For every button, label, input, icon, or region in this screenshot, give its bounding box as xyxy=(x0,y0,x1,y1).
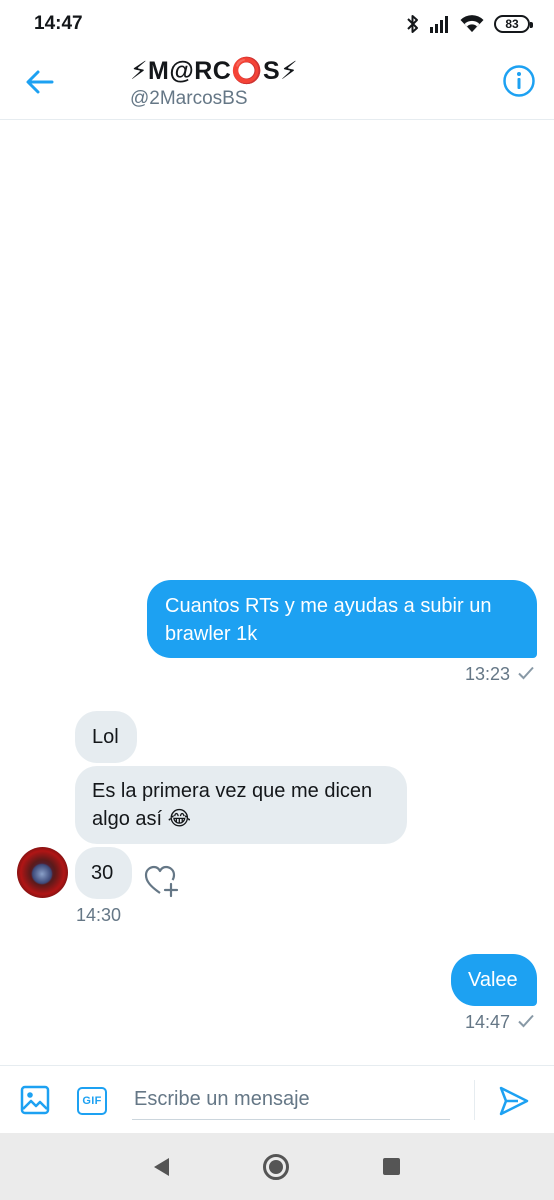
message-text-line: Valee xyxy=(468,969,518,991)
nav-home-icon[interactable] xyxy=(263,1153,289,1180)
message-bubble-incoming[interactable]: Lol xyxy=(75,711,137,763)
sent-check-icon xyxy=(518,664,534,685)
bluetooth-icon xyxy=(406,14,420,34)
signal-icon xyxy=(430,15,450,33)
message-text-line: Cuantos RTs y me ayudas a subir un xyxy=(165,595,492,617)
composer-divider xyxy=(474,1080,475,1120)
nav-back-icon[interactable] xyxy=(154,1157,169,1176)
heart-plus-icon[interactable] xyxy=(144,864,180,898)
message-time: 14:47 xyxy=(464,1012,510,1032)
wifi-icon xyxy=(460,15,484,33)
message-time: 13:23 xyxy=(464,664,510,684)
message-meta: 14:30 xyxy=(76,905,121,926)
message-text-line: Es la primera vez que me dicen xyxy=(92,780,373,802)
dm-conversation-screen: 14:47 83 ⚡M@RC⭕S⚡ @2MarcosBS Cuantos RTs… xyxy=(0,0,554,1200)
contact-name: ⚡M@RC⭕S⚡ xyxy=(130,57,299,85)
message-input[interactable] xyxy=(132,1080,450,1120)
message-time: 14:30 xyxy=(76,905,122,925)
image-icon[interactable] xyxy=(20,1085,50,1115)
status-bar: 14:47 83 xyxy=(0,0,554,48)
message-text-line: brawler 1k xyxy=(165,623,258,645)
message-bubble-outgoing[interactable]: Cuantos RTs y me ayudas a subir un brawl… xyxy=(147,580,537,658)
gif-icon[interactable]: GIF xyxy=(77,1087,107,1115)
message-meta: 13:23 xyxy=(465,664,534,685)
message-bubble-incoming[interactable]: Es la primera vez que me dicen algo así … xyxy=(75,766,407,844)
message-composer: GIF xyxy=(0,1065,554,1133)
battery-icon: 83 xyxy=(494,15,533,33)
back-arrow-icon[interactable] xyxy=(24,66,56,98)
nav-recent-icon[interactable] xyxy=(383,1158,400,1175)
message-text-line: algo así 😂 xyxy=(92,808,191,830)
sent-check-icon xyxy=(518,1012,534,1033)
conversation-title[interactable]: ⚡M@RC⭕S⚡ @2MarcosBS xyxy=(130,56,298,110)
info-icon[interactable] xyxy=(502,64,536,98)
message-bubble-outgoing[interactable]: Valee xyxy=(451,954,537,1006)
contact-handle: @2MarcosBS xyxy=(130,88,248,109)
system-nav-bar xyxy=(0,1133,554,1200)
message-text-line: Lol xyxy=(92,726,119,748)
send-icon[interactable] xyxy=(498,1086,530,1116)
message-meta: 14:47 xyxy=(465,1012,534,1033)
message-bubble-incoming[interactable]: 30 xyxy=(75,847,132,899)
conversation-header: ⚡M@RC⭕S⚡ @2MarcosBS xyxy=(0,48,554,120)
status-time: 14:47 xyxy=(34,13,83,34)
message-text-line: 30 xyxy=(91,862,114,884)
avatar[interactable] xyxy=(17,847,68,898)
status-icons: 83 xyxy=(406,14,533,34)
